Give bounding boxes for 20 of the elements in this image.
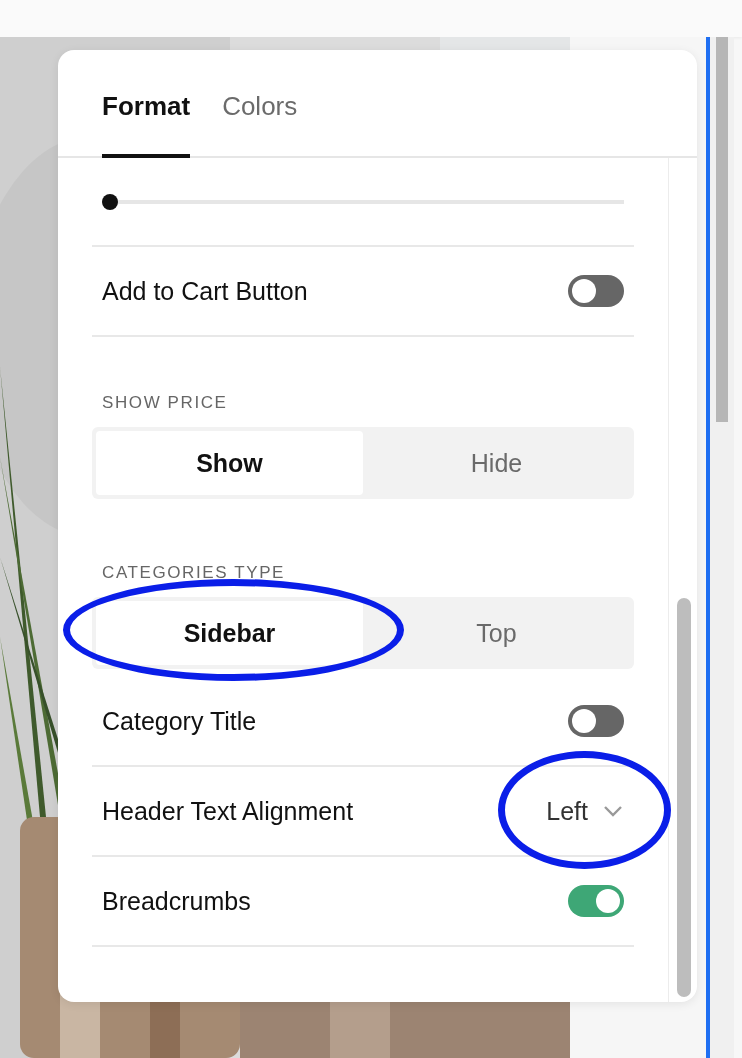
scrollbar[interactable] — [710, 37, 734, 1058]
segment-option[interactable]: Show — [96, 431, 363, 495]
section-heading: CATEGORIES TYPE — [101, 563, 287, 583]
setting-label: Add to Cart Button — [102, 276, 308, 306]
setting-label: Category Title — [102, 706, 257, 736]
chevron-down-icon — [602, 804, 624, 818]
toggle-switch[interactable] — [568, 705, 624, 737]
setting-label: Header Text Alignment — [102, 796, 354, 826]
alignment-dropdown[interactable]: Left — [546, 790, 624, 832]
slider[interactable] — [102, 193, 624, 210]
section-heading: SHOW PRICE — [101, 393, 229, 413]
toggle-switch[interactable] — [568, 885, 624, 917]
segment-option[interactable]: Sidebar — [96, 601, 363, 665]
panel-tab[interactable]: Format — [102, 50, 191, 158]
segment-option[interactable]: Top — [363, 601, 630, 665]
setting-label: Breadcrumbs — [102, 886, 251, 916]
slider-thumb[interactable] — [102, 193, 118, 210]
toggle-switch[interactable] — [568, 275, 624, 307]
panel-tab[interactable]: Colors — [222, 50, 298, 158]
segment-option[interactable]: Hide — [363, 431, 630, 495]
